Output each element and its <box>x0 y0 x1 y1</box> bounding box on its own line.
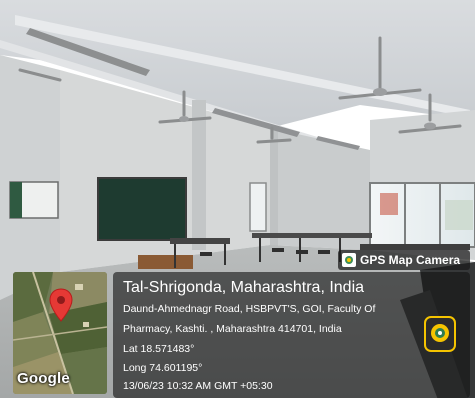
gps-map-camera-badge: GPS Map Camera <box>338 250 470 270</box>
map-pin-icon <box>49 288 73 322</box>
latitude-text: Lat 18.571483° <box>123 343 195 355</box>
longitude-text: Long 74.601195° <box>123 362 203 374</box>
gps-camera-app-icon <box>424 316 456 352</box>
address-line-1: Daund-Ahmednagr Road, HSBPVT'S, GOI, Fac… <box>123 303 376 315</box>
timestamp-text: 13/06/23 10:32 AM GMT +05:30 <box>123 380 273 392</box>
location-info-panel: Tal-Shrigonda, Maharashtra, India Daund-… <box>113 272 470 398</box>
location-title: Tal-Shrigonda, Maharashtra, India <box>123 279 365 296</box>
classroom-photo: GPS Map Camera Google Tal-Shrigonda, Mah… <box>0 0 475 405</box>
address-line-2: Pharmacy, Kashti. , Maharashtra 414701, … <box>123 323 342 335</box>
badge-camera-icon <box>342 253 356 267</box>
google-logo-text: Google <box>17 370 70 387</box>
map-thumbnail: Google <box>13 272 107 394</box>
bottom-border <box>0 398 475 405</box>
badge-label: GPS Map Camera <box>360 253 461 267</box>
